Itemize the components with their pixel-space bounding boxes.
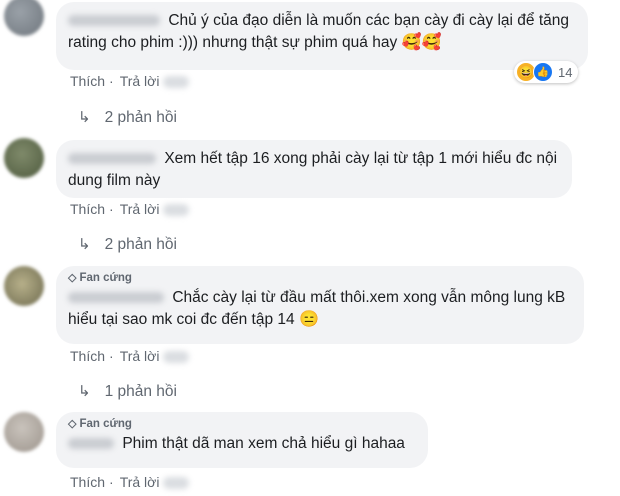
author-name[interactable] [68,438,114,450]
reply-arrow-icon: ↳ [78,383,91,400]
view-replies[interactable]: ↳ 1 phản hồi [78,382,177,401]
reply-arrow-icon: ↳ [78,236,91,253]
author-name[interactable] [68,15,160,27]
comment-actions: Thích · Trả lời [70,201,190,217]
replies-label: 2 phản hồi [104,236,177,253]
reaction-summary[interactable]: 😆 👍 14 [514,61,579,83]
like-reaction-icon: 👍 [533,62,553,82]
reply-link[interactable]: Trả lời [120,348,160,364]
avatar[interactable] [4,138,44,178]
timestamp[interactable] [163,351,190,364]
comment-emoji: 😑 [298,311,319,328]
avatar[interactable] [4,266,44,306]
fan-badge[interactable]: ◇ Fan cứng [68,271,572,285]
fan-badge[interactable]: ◇ Fan cứng [68,417,416,431]
reaction-count: 14 [558,64,573,80]
comment-text: Phim thật dã man xem chả hiểu gì hahaa [122,435,405,452]
reply-arrow-icon: ↳ [78,109,91,126]
timestamp[interactable] [163,76,190,89]
comment-actions: Thích · Trả lời [70,348,190,364]
reply-link[interactable]: Trả lời [120,73,160,89]
like-link[interactable]: Thích [70,73,105,89]
like-link[interactable]: Thích [70,201,105,217]
view-replies[interactable]: ↳ 2 phản hồi [78,108,177,127]
diamond-icon: ◇ [68,418,77,430]
timestamp[interactable] [163,204,190,217]
avatar[interactable] [4,412,44,452]
like-link[interactable]: Thích [70,474,105,490]
author-name[interactable] [68,292,164,304]
comment-actions: Thích · Trả lời [70,73,190,89]
reply-link[interactable]: Trả lời [120,201,160,217]
diamond-icon: ◇ [68,272,77,284]
author-name[interactable] [68,153,156,165]
comment-emoji: 🥰🥰 [401,34,442,51]
replies-label: 1 phản hồi [104,383,177,400]
comment-bubble: Xem hết tập 16 xong phải cày lại từ tập … [56,140,572,198]
comment-actions: Thích · Trả lời [70,474,190,490]
replies-label: 2 phản hồi [104,109,177,126]
reply-link[interactable]: Trả lời [120,474,160,490]
like-link[interactable]: Thích [70,348,105,364]
comment-bubble: ◇ Fan cứng Phim thật dã man xem chả hiểu … [56,412,428,468]
avatar[interactable] [4,0,44,36]
comment-bubble: Chủ ý của đạo diễn là muốn các bạn cày đ… [56,2,588,70]
timestamp[interactable] [163,477,190,490]
view-replies[interactable]: ↳ 2 phản hồi [78,235,177,254]
comment-bubble: ◇ Fan cứng Chắc cày lại từ đầu mất thôi.x… [56,266,584,344]
